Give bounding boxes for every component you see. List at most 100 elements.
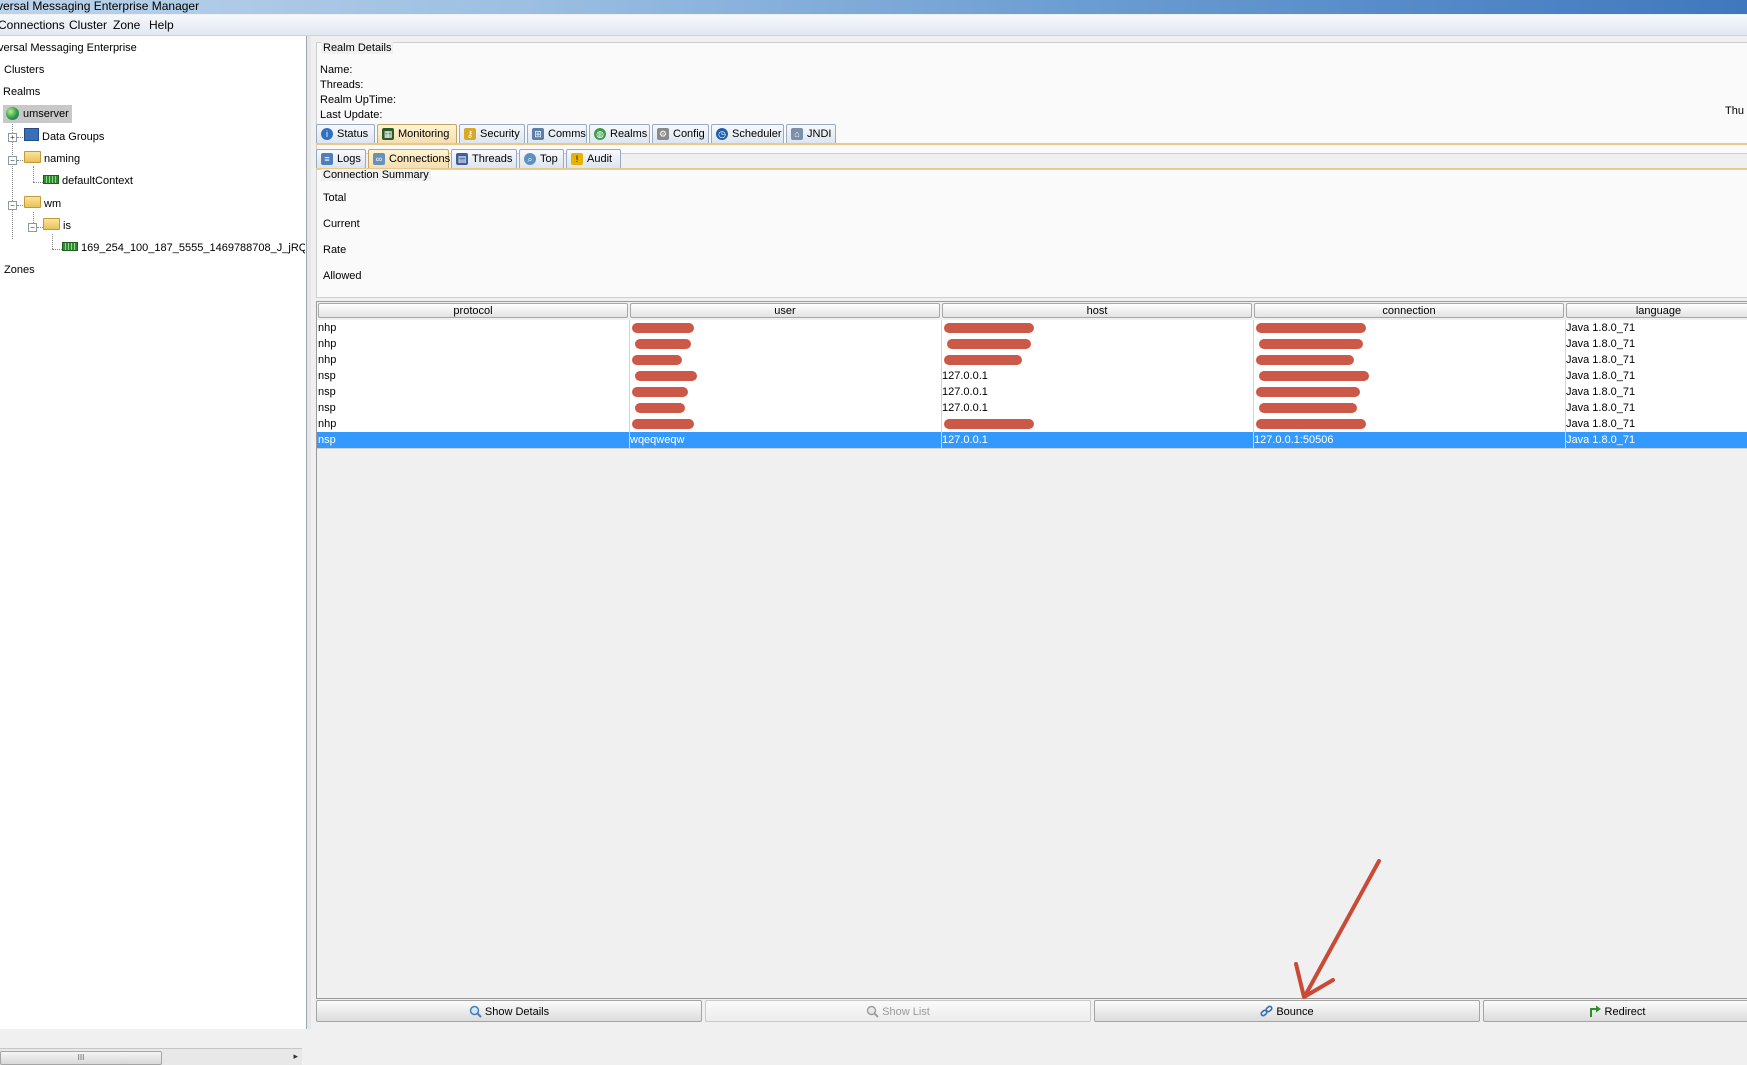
tab-jndi[interactable]: ⌂ JNDI [786,124,836,143]
tree-data-groups[interactable]: Data Groups [24,128,104,146]
tab-security[interactable]: ⚷ Security [459,124,525,143]
cell-host: 127.0.0.1 [942,370,988,382]
cell-connection: 127.0.0.1:50506 [1254,434,1334,446]
globe-icon: ◍ [594,128,606,140]
redirect-button[interactable]: Redirect [1483,1000,1747,1022]
tree-umserver-label: umserver [23,108,69,120]
tab-config-label: Config [673,128,705,140]
scrollbar-thumb[interactable]: III [0,1051,162,1065]
column-header-connection[interactable]: connection [1254,303,1564,318]
table-row[interactable]: nhp Java 1.8.0_71 [317,320,1747,337]
tab-monitoring-label: Monitoring [398,128,450,140]
subtab-top-label: Top [540,153,558,165]
expand-icon[interactable]: + [8,133,17,142]
column-divider [1565,320,1566,448]
collapse-icon[interactable]: − [8,201,17,210]
table-row[interactable]: nsp wqeqweqw 127.0.0.1 127.0.0.1:50506 Java … [317,432,1747,449]
window-title-bar: versal Messaging Enterprise Manager [0,0,1747,14]
redaction-mark [1256,323,1366,333]
summary-allowed-label: Allowed [323,270,362,282]
cell-language: Java 1.8.0_71 [1566,370,1636,382]
realm-uptime-label: Realm UpTime: [320,94,396,106]
tab-comms[interactable]: ⊞ Comms [527,124,587,143]
cell-language: Java 1.8.0_71 [1566,434,1636,446]
cell-language: Java 1.8.0_71 [1566,418,1636,430]
subtab-audit[interactable]: ! Audit [566,149,621,168]
bounce-label: Bounce [1276,1006,1314,1018]
connections-table[interactable]: protocol user host connection language n… [316,301,1747,999]
scroll-right-icon[interactable]: ▸ [293,1051,298,1062]
redaction-mark [635,403,685,413]
tab-scheduler[interactable]: ◷ Scheduler [711,124,784,143]
column-divider [1253,320,1254,448]
show-details-button[interactable]: Show Details [316,1000,702,1022]
redaction-mark [1259,339,1363,349]
cell-protocol: nsp [318,402,336,414]
tab-status[interactable]: i Status [316,124,375,143]
info-icon: i [321,128,333,140]
collapse-icon[interactable]: − [8,156,17,165]
tree-clusters[interactable]: Clusters [4,61,44,79]
redaction-mark [1259,371,1369,381]
subtab-logs-label: Logs [337,153,361,165]
table-row[interactable]: nsp 127.0.0.1 Java 1.8.0_71 [317,384,1747,401]
table-row[interactable]: nhp Java 1.8.0_71 [317,416,1747,433]
collapse-icon[interactable]: − [28,223,37,232]
tree-horizontal-scrollbar[interactable]: III ▸ [0,1048,302,1065]
jndi-icon: ⌂ [791,128,803,140]
column-header-language[interactable]: language [1566,303,1747,318]
tab-config[interactable]: ⚙ Config [652,124,709,143]
subtab-connections-label: Connections [389,153,451,165]
redaction-mark [632,355,682,365]
summary-rate-label: Rate [323,244,347,256]
menu-connections[interactable]: Connections [0,18,65,32]
connection-summary-legend: Connection Summary [321,169,431,181]
tab-realms[interactable]: ◍ Realms [589,124,650,143]
tree-realms[interactable]: Realms [3,83,40,101]
show-list-button[interactable]: Show List [705,1000,1091,1022]
table-header: protocol user host connection language [317,302,1747,320]
subtab-threads[interactable]: ▤ Threads [451,149,517,168]
bounce-button[interactable]: Bounce [1094,1000,1480,1022]
redaction-mark [1256,387,1360,397]
redaction-mark [947,339,1031,349]
cell-protocol: nsp [318,386,336,398]
redaction-mark [632,323,694,333]
cell-language: Java 1.8.0_71 [1566,402,1636,414]
column-header-protocol[interactable]: protocol [318,303,628,318]
redaction-mark [944,419,1034,429]
menu-cluster[interactable]: Cluster [69,18,107,32]
tree-wm[interactable]: wm [24,195,61,213]
table-row[interactable]: nhp Java 1.8.0_71 [317,336,1747,353]
menu-zone[interactable]: Zone [113,18,140,32]
table-row[interactable]: nsp 127.0.0.1 Java 1.8.0_71 [317,400,1747,417]
subtab-top[interactable]: ⌕ Top [519,149,564,168]
tree-umserver[interactable]: umserver [3,105,72,123]
tree-zones[interactable]: Zones [4,261,35,279]
redaction-mark [635,371,697,381]
summary-current-label: Current [323,218,360,230]
tree-wm-label: wm [44,198,62,210]
tab-jndi-label: JNDI [807,128,832,140]
table-row[interactable]: nhp Java 1.8.0_71 [317,352,1747,369]
column-header-host[interactable]: host [942,303,1252,318]
tree-root[interactable]: versal Messaging Enterprise [0,39,137,57]
column-header-user[interactable]: user [630,303,940,318]
tab-monitoring[interactable]: ▦ Monitoring [377,124,457,143]
tree-default-context[interactable]: defaultContext [43,172,133,190]
subtab-logs[interactable]: ≡ Logs [316,149,366,168]
cell-host: 127.0.0.1 [942,434,988,446]
subtab-connections[interactable]: ∞ Connections [368,149,451,168]
menu-help[interactable]: Help [149,18,174,32]
cell-protocol: nhp [318,338,337,350]
redaction-mark [1256,355,1354,365]
magnifier-icon [469,1004,482,1018]
cell-protocol: nsp [318,434,336,446]
tab-security-label: Security [480,128,520,140]
magnifier-icon: ⌕ [524,153,536,165]
pane-splitter[interactable] [307,36,311,1029]
channel-icon [43,175,59,184]
table-row[interactable]: nsp 127.0.0.1 Java 1.8.0_71 [317,368,1747,385]
tree-channel[interactable]: 169_254_100_187_5555_1469788708_J_jRQt [62,239,305,257]
tree-is[interactable]: is [43,217,71,235]
